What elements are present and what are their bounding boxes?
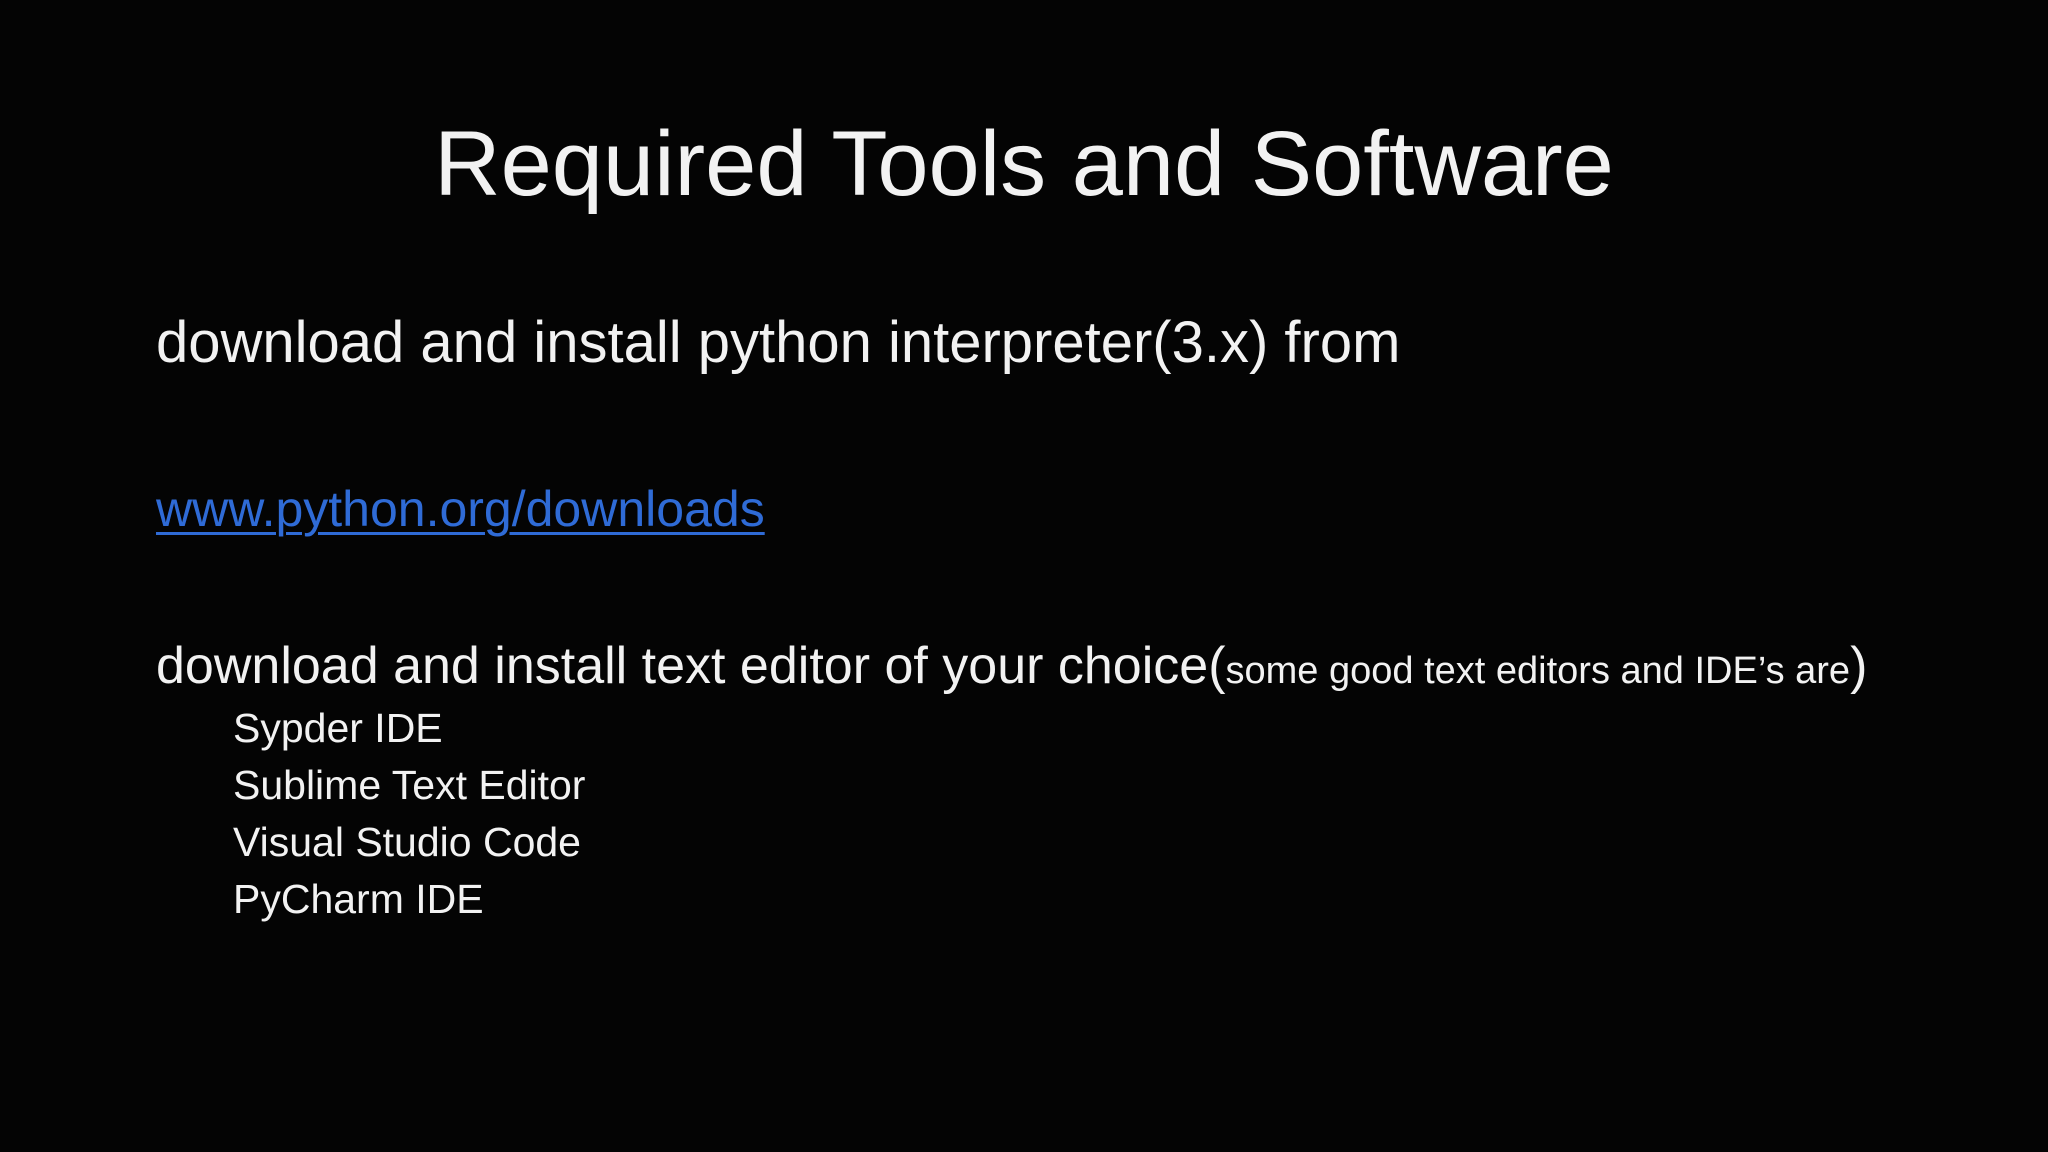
python-install-instruction: download and install python interpreter(… (156, 310, 1401, 375)
list-item-pycharm: PyCharm IDE (233, 876, 484, 922)
python-downloads-link[interactable]: www.python.org/downloads (156, 484, 765, 534)
editor-list: Sypder IDE Sublime Text Editor Visual St… (233, 700, 585, 928)
list-item-vscode: Visual Studio Code (233, 819, 581, 865)
editor-instruction-note: some good text editors and IDE’s are (1225, 650, 1851, 692)
editor-install-instruction: download and install text editor of your… (156, 640, 1867, 692)
editor-instruction-main: download and install text editor of your… (156, 637, 1226, 695)
list-item-sublime: Sublime Text Editor (233, 762, 586, 808)
editor-instruction-close: ) (1850, 637, 1868, 695)
list-item-spyder: Sypder IDE (233, 705, 443, 751)
slide: Required Tools and Software download and… (0, 0, 2048, 1152)
slide-title: Required Tools and Software (434, 113, 1614, 215)
